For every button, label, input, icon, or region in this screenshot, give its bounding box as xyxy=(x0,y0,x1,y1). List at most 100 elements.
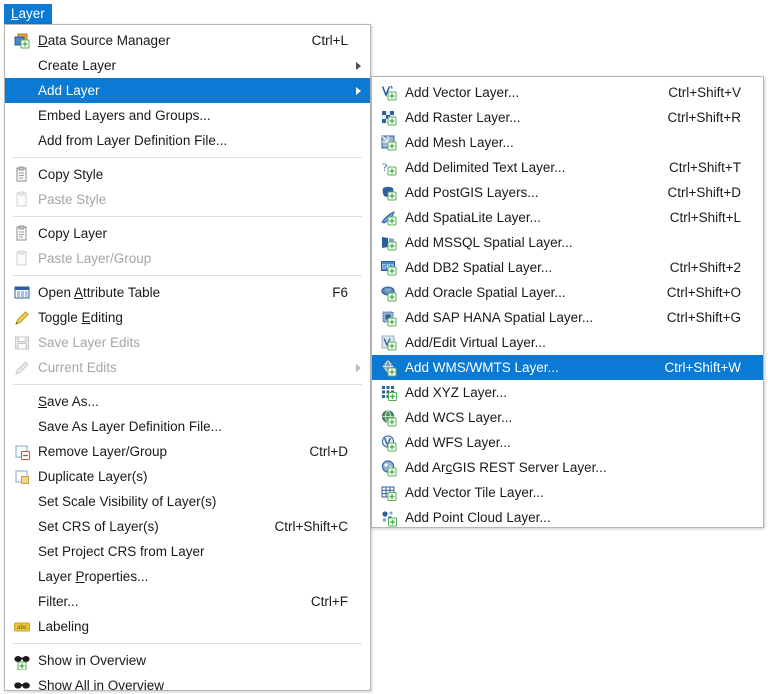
svg-text:abc: abc xyxy=(17,625,27,631)
layer-menu-item-save-as[interactable]: Save As... xyxy=(5,389,370,414)
add-db2-icon: DB2 xyxy=(378,259,400,277)
add-layer-item-add-raster-layer[interactable]: Add Raster Layer... Ctrl+Shift+R xyxy=(372,105,763,130)
menubar-layer-title[interactable]: Layer xyxy=(4,4,52,24)
menu-item-label: Add/Edit Virtual Layer... xyxy=(405,335,546,350)
menu-item-shortcut: Ctrl+Shift+W xyxy=(664,360,741,375)
layer-menu-item-copy-style[interactable]: Copy Style xyxy=(5,162,370,187)
menu-item-label: Add Oracle Spatial Layer... xyxy=(405,285,566,300)
layer-menu-item-create-layer[interactable]: Create Layer xyxy=(5,53,370,78)
menu-item-label: Add Layer xyxy=(38,83,100,98)
menu-item-label: Set Project CRS from Layer xyxy=(38,544,205,559)
add-point-cloud-icon xyxy=(378,509,400,527)
menu-item-shortcut: Ctrl+Shift+O xyxy=(666,285,741,300)
add-layer-item-add-spatialite-layer[interactable]: Add SpatiaLite Layer... Ctrl+Shift+L xyxy=(372,205,763,230)
menu-item-label: Data Source Manager xyxy=(38,33,171,48)
layer-menu-item-duplicate-layer-s[interactable]: Duplicate Layer(s) xyxy=(5,464,370,489)
menu-item-label: Add MSSQL Spatial Layer... xyxy=(405,235,573,250)
menu-item-shortcut: Ctrl+Shift+C xyxy=(274,519,348,534)
add-layer-item-add-point-cloud-layer[interactable]: Add Point Cloud Layer... xyxy=(372,505,763,530)
add-layer-item-add-wfs-layer[interactable]: Add WFS Layer... xyxy=(372,430,763,455)
menu-item-shortcut: Ctrl+Shift+T xyxy=(668,160,741,175)
layer-menu-item-add-from-layer-definition-file[interactable]: Add from Layer Definition File... xyxy=(5,128,370,153)
add-layer-item-add-db2-spatial-layer[interactable]: DB2 Add DB2 Spatial Layer... Ctrl+Shift+2 xyxy=(372,255,763,280)
copy-style-icon xyxy=(11,166,33,184)
add-layer-item-add-wcs-layer[interactable]: Add WCS Layer... xyxy=(372,405,763,430)
submenu-arrow-icon xyxy=(356,86,361,95)
add-delimited-text-icon: ? xyxy=(378,159,400,177)
layer-menu-item-data-source-manager[interactable]: Data Source Manager Ctrl+L xyxy=(5,28,370,53)
add-wms-icon xyxy=(378,359,400,377)
menu-item-shortcut: Ctrl+D xyxy=(309,444,348,459)
menu-item-label: Labeling xyxy=(38,619,90,634)
menu-item-label: Add XYZ Layer... xyxy=(405,385,508,400)
menu-item-label: Add WMS/WMTS Layer... xyxy=(405,360,559,375)
no-icon xyxy=(11,107,33,125)
no-icon xyxy=(11,132,33,150)
layer-menu-item-save-as-layer-definition-file[interactable]: Save As Layer Definition File... xyxy=(5,414,370,439)
menu-item-label: Add from Layer Definition File... xyxy=(38,133,228,148)
no-icon xyxy=(11,493,33,511)
menu-item-label: Open Attribute Table xyxy=(38,285,161,300)
layer-menu-item-open-attribute-table[interactable]: Open Attribute Table F6 xyxy=(5,280,370,305)
add-layer-item-add-delimited-text-layer[interactable]: ? Add Delimited Text Layer... Ctrl+Shift+T xyxy=(372,155,763,180)
layer-menu-item-save-layer-edits: Save Layer Edits xyxy=(5,330,370,355)
menu-item-label: Add PostGIS Layers... xyxy=(405,185,539,200)
menu-separator xyxy=(13,157,362,158)
menu-item-shortcut: Ctrl+F xyxy=(310,594,348,609)
layer-menu-popup: Data Source Manager Ctrl+L Create Layer Add… xyxy=(4,24,371,694)
layer-menu-item-set-crs-of-layer-s[interactable]: Set CRS of Layer(s) Ctrl+Shift+C xyxy=(5,514,370,539)
add-layer-item-add-sap-hana-spatial-layer[interactable]: Add SAP HANA Spatial Layer... Ctrl+Shift+… xyxy=(372,305,763,330)
add-spatialite-icon xyxy=(378,209,400,227)
layer-menu-item-labeling[interactable]: abc Labeling xyxy=(5,614,370,639)
menu-separator xyxy=(13,384,362,385)
save-icon xyxy=(11,334,33,352)
add-mesh-layer-icon xyxy=(378,134,400,152)
menu-item-shortcut: Ctrl+Shift+D xyxy=(667,185,741,200)
menu-item-label: Add DB2 Spatial Layer... xyxy=(405,260,553,275)
menu-item-label: Add ArcGIS REST Server Layer... xyxy=(405,460,607,475)
layer-menu-item-layer-properties[interactable]: Layer Properties... xyxy=(5,564,370,589)
copy-layer-icon xyxy=(11,225,33,243)
add-wfs-icon xyxy=(378,434,400,452)
layer-menu-item-copy-layer[interactable]: Copy Layer xyxy=(5,221,370,246)
no-icon xyxy=(11,82,33,100)
layer-menu-item-filter[interactable]: Filter... Ctrl+F xyxy=(5,589,370,614)
add-layer-item-add-arcgis-rest-server-layer[interactable]: Add ArcGIS REST Server Layer... xyxy=(372,455,763,480)
layer-menu-item-current-edits: Current Edits xyxy=(5,355,370,380)
layer-menu-item-remove-layer-group[interactable]: Remove Layer/Group Ctrl+D xyxy=(5,439,370,464)
menu-separator xyxy=(13,643,362,644)
add-layer-item-add-oracle-spatial-layer[interactable]: Add Oracle Spatial Layer... Ctrl+Shift+O xyxy=(372,280,763,305)
menu-item-label: Create Layer xyxy=(38,58,117,73)
add-oracle-icon xyxy=(378,284,400,302)
no-icon xyxy=(11,518,33,536)
menu-item-label: Duplicate Layer(s) xyxy=(38,469,148,484)
layer-menu-item-paste-layer-group: Paste Layer/Group xyxy=(5,246,370,271)
layer-menu-item-set-scale-visibility-of-layer-s[interactable]: Set Scale Visibility of Layer(s) xyxy=(5,489,370,514)
menu-item-label: Show All in Overview xyxy=(38,678,165,693)
add-sap-hana-icon xyxy=(378,309,400,327)
show-in-overview-icon xyxy=(11,652,33,670)
layer-menu-item-add-layer[interactable]: Add Layer xyxy=(5,78,370,103)
add-layer-item-add-vector-tile-layer[interactable]: Add Vector Tile Layer... xyxy=(372,480,763,505)
layer-menu-item-set-project-crs-from-layer[interactable]: Set Project CRS from Layer xyxy=(5,539,370,564)
add-layer-item-add-mesh-layer[interactable]: Add Mesh Layer... xyxy=(372,130,763,155)
layer-menu-item-toggle-editing[interactable]: Toggle Editing xyxy=(5,305,370,330)
add-layer-item-add-edit-virtual-layer[interactable]: Add/Edit Virtual Layer... xyxy=(372,330,763,355)
add-layer-item-add-postgis-layers[interactable]: Add PostGIS Layers... Ctrl+Shift+D xyxy=(372,180,763,205)
layer-menu-item-show-all-in-overview[interactable]: Show All in Overview xyxy=(5,673,370,694)
menu-item-label: Add Mesh Layer... xyxy=(405,135,514,150)
menu-item-label: Filter... xyxy=(38,594,79,609)
add-layer-item-add-vector-layer[interactable]: Add Vector Layer... Ctrl+Shift+V xyxy=(372,80,763,105)
layer-menu-item-embed-layers-and-groups[interactable]: Embed Layers and Groups... xyxy=(5,103,370,128)
submenu-arrow-icon xyxy=(356,363,361,372)
menu-item-shortcut: Ctrl+L xyxy=(311,33,348,48)
layer-menu-item-show-in-overview[interactable]: Show in Overview xyxy=(5,648,370,673)
add-layer-item-add-mssql-spatial-layer[interactable]: Add MSSQL Spatial Layer... xyxy=(372,230,763,255)
menu-item-label: Current Edits xyxy=(38,360,117,375)
menu-item-label: Toggle Editing xyxy=(38,310,123,325)
add-layer-item-add-wms-wmts-layer[interactable]: Add WMS/WMTS Layer... Ctrl+Shift+W xyxy=(372,355,763,380)
add-wcs-icon xyxy=(378,409,400,427)
add-layer-item-add-xyz-layer[interactable]: Add XYZ Layer... xyxy=(372,380,763,405)
menu-item-label: Save As... xyxy=(38,394,99,409)
menu-item-label: Copy Layer xyxy=(38,226,108,241)
